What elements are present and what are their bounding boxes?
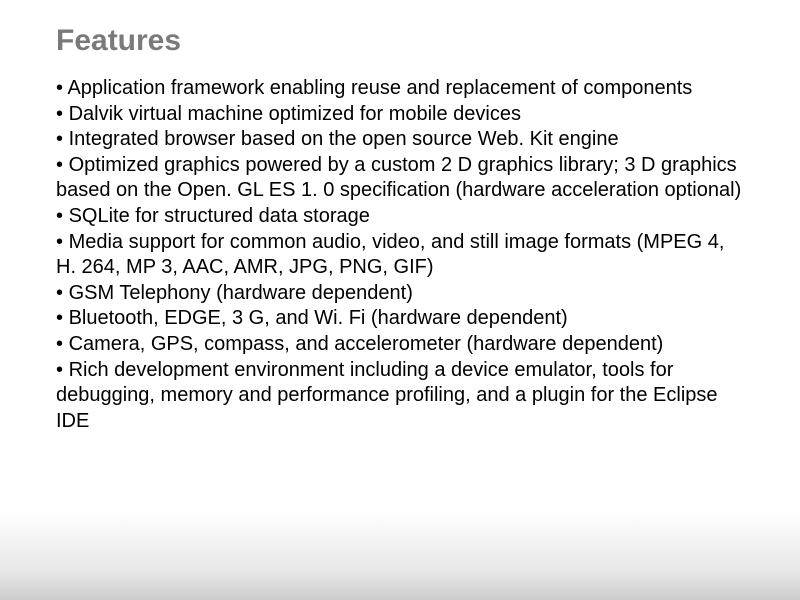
bullet-icon: • xyxy=(56,282,63,304)
slide: Features • Application framework enablin… xyxy=(0,0,800,600)
list-item: • Camera, GPS, compass, and acceleromete… xyxy=(56,333,663,355)
list-item-text: Camera, GPS, compass, and accelerometer … xyxy=(69,333,664,355)
bullet-icon: • xyxy=(56,359,63,381)
bullet-icon: • xyxy=(56,103,63,125)
list-item-text: Integrated browser based on the open sou… xyxy=(69,128,619,150)
bullet-icon: • xyxy=(56,205,63,227)
list-item-text: GSM Telephony (hardware dependent) xyxy=(69,282,413,304)
list-item-text: Bluetooth, EDGE, 3 G, and Wi. Fi (hardwa… xyxy=(69,307,568,329)
list-item: • SQLite for structured data storage xyxy=(56,205,370,227)
list-item-text: SQLite for structured data storage xyxy=(69,205,370,227)
bullet-icon: • xyxy=(56,333,63,355)
list-item: • Media support for common audio, video,… xyxy=(56,231,724,279)
list-item-text: Media support for common audio, video, a… xyxy=(56,231,724,279)
page-title: Features xyxy=(56,24,744,58)
list-item: • Dalvik virtual machine optimized for m… xyxy=(56,103,521,125)
feature-list: • Application framework enabling reuse a… xyxy=(56,76,744,434)
list-item: • Application framework enabling reuse a… xyxy=(56,77,692,99)
list-item-text: Application framework enabling reuse and… xyxy=(67,77,692,99)
bullet-icon: • xyxy=(56,307,63,329)
list-item-text: Rich development environment including a… xyxy=(56,359,718,432)
list-item: • Bluetooth, EDGE, 3 G, and Wi. Fi (hard… xyxy=(56,307,568,329)
list-item: • Optimized graphics powered by a custom… xyxy=(56,154,741,202)
list-item: • Rich development environment including… xyxy=(56,359,718,432)
bullet-icon: • xyxy=(56,231,63,253)
list-item: • GSM Telephony (hardware dependent) xyxy=(56,282,413,304)
list-item-text: Optimized graphics powered by a custom 2… xyxy=(56,154,741,202)
bullet-icon: • xyxy=(56,154,63,176)
bullet-icon: • xyxy=(56,77,63,99)
list-item-text: Dalvik virtual machine optimized for mob… xyxy=(69,103,521,125)
list-item: • Integrated browser based on the open s… xyxy=(56,128,619,150)
bullet-icon: • xyxy=(56,128,63,150)
